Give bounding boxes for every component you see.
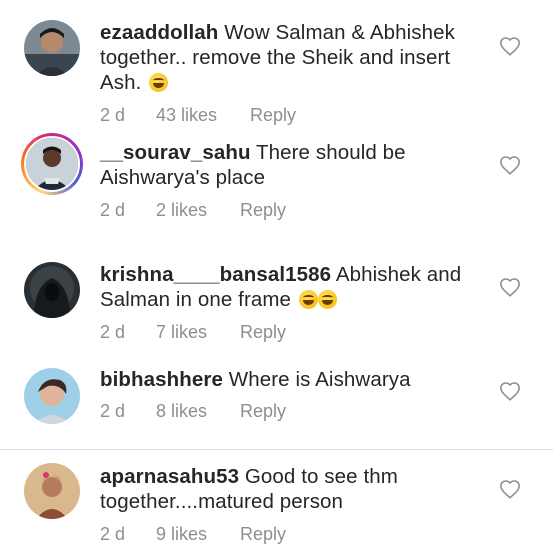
comment-username[interactable]: __sourav_sahu — [100, 141, 251, 164]
comment-text: aparnasahu53 Good to see thm together...… — [100, 464, 485, 514]
comment-username[interactable]: aparnasahu53 — [100, 465, 239, 488]
comment-timestamp: 2 d — [100, 105, 126, 125]
avatar[interactable] — [21, 133, 83, 195]
comment-timestamp: 2 d — [100, 401, 126, 421]
comment-likes-count[interactable]: 9 likes — [156, 524, 240, 545]
heart-outline-icon[interactable] — [499, 277, 521, 299]
divider — [0, 449, 553, 450]
reply-button[interactable]: Reply — [240, 401, 286, 422]
comment-timestamp: 2 d — [100, 524, 126, 544]
comment-text: __sourav_sahu There should be Aishwarya'… — [100, 140, 485, 190]
comment-timestamp: 2 d — [100, 200, 126, 220]
comment-likes-count[interactable]: 7 likes — [156, 322, 240, 343]
avatar[interactable] — [24, 463, 80, 519]
comment-username[interactable]: ezaaddollah — [100, 21, 218, 44]
avatar[interactable] — [24, 20, 80, 76]
reply-button[interactable]: Reply — [240, 200, 286, 221]
comment-likes-count[interactable]: 2 likes — [156, 200, 240, 221]
face-with-tears-of-joy-icon — [298, 290, 318, 309]
comment-username[interactable]: bibhashhere — [100, 368, 223, 391]
heart-outline-icon[interactable] — [499, 381, 521, 403]
reply-button[interactable]: Reply — [240, 524, 286, 545]
comment-username[interactable]: krishna____bansal1586 — [100, 263, 331, 286]
face-with-tears-of-joy-icon — [317, 290, 337, 309]
avatar[interactable] — [24, 262, 80, 318]
heart-outline-icon[interactable] — [499, 155, 521, 177]
heart-outline-icon[interactable] — [499, 36, 521, 58]
comment-text: bibhashhere Where is Aishwarya — [100, 367, 485, 392]
face-with-tears-of-joy-icon — [149, 73, 169, 92]
comment-text: ezaaddollah Wow Salman & Abhishek togeth… — [100, 20, 485, 95]
comment-body: Where is Aishwarya — [223, 368, 411, 391]
reply-button[interactable]: Reply — [250, 105, 296, 126]
reply-button[interactable]: Reply — [240, 322, 286, 343]
avatar[interactable] — [24, 368, 80, 424]
comment-text: krishna____bansal1586 Abhishek and Salma… — [100, 262, 485, 312]
comment-timestamp: 2 d — [100, 322, 126, 342]
heart-outline-icon[interactable] — [499, 479, 521, 501]
comment-likes-count[interactable]: 8 likes — [156, 401, 240, 422]
comment-likes-count[interactable]: 43 likes — [156, 105, 250, 126]
